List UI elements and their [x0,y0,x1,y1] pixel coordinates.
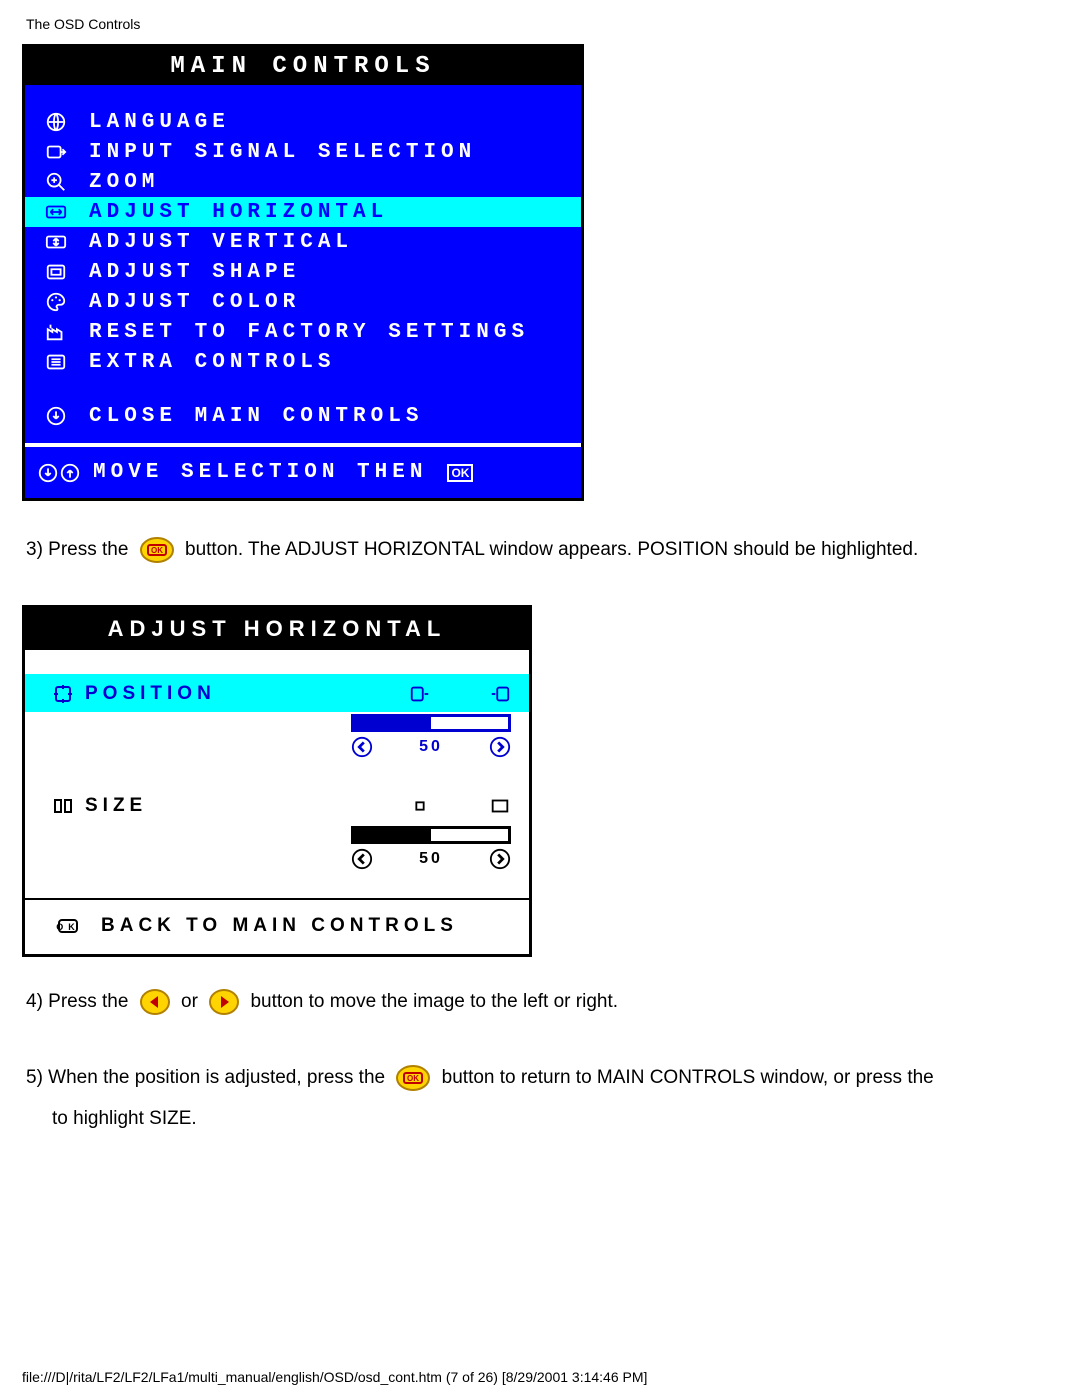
menu-item-label: ADJUST VERTICAL [89,231,353,254]
size-label: SIZE [85,795,407,817]
back-to-main-row[interactable]: BACK TO MAIN CONTROLS [25,900,529,954]
v-arrows-icon [37,231,75,253]
osd-main-title: MAIN CONTROLS [25,47,581,85]
menu-item-language[interactable]: LANGUAGE [25,107,581,137]
menu-item-input signal selection[interactable]: INPUT SIGNAL SELECTION [25,137,581,167]
position-label: POSITION [85,683,407,705]
menu-item-label: ADJUST COLOR [89,291,300,314]
back-label: BACK TO MAIN CONTROLS [101,915,458,937]
menu-item-label: LANGUAGE [89,111,230,134]
position-bar [351,714,511,732]
input-icon [37,141,75,163]
globe-icon [37,111,75,133]
h-arrows-icon [37,201,75,223]
position-right-glyph-icon [487,683,513,705]
position-left-glyph-icon [407,683,433,705]
size-value: 50 [419,850,443,868]
right-button-icon [209,989,239,1015]
position-indicator: 50 [25,712,529,766]
svg-text:OK: OK [151,546,163,555]
position-increase-icon[interactable] [489,736,511,758]
svg-text:OK: OK [407,1074,419,1083]
instruction-step-4: 4) Press the or button to move the image… [26,981,1054,1023]
close-main-controls[interactable]: CLOSE MAIN CONTROLS [25,401,581,431]
size-large-glyph-icon [487,795,513,817]
size-row[interactable]: SIZE [25,786,529,824]
menu-item-label: RESET TO FACTORY SETTINGS [89,321,529,344]
menu-item-label: INPUT SIGNAL SELECTION [89,141,476,164]
palette-icon [37,291,75,313]
menu-item-adjust color[interactable]: ADJUST COLOR [25,287,581,317]
adjust-horizontal-panel: Adjust Horizontal POSITION 50 S [22,605,532,957]
size-icon [49,794,85,818]
size-small-glyph-icon [407,795,433,817]
ok-indicator-icon: OK [447,464,473,482]
osd-footer-hint: MOVE SELECTION THEN OK [25,443,581,498]
instruction-step-5: 5) When the position is adjusted, press … [26,1057,1054,1141]
page-header: The OSD Controls [26,16,1058,32]
size-increase-icon[interactable] [489,848,511,870]
size-bar [351,826,511,844]
osd-main-panel: MAIN CONTROLS LANGUAGE INPUT SIGNAL SELE… [22,44,584,501]
close-icon [37,405,75,427]
arrow-up-icon [59,462,81,484]
menu-item-label: ADJUST SHAPE [89,261,300,284]
left-button-icon [140,989,170,1015]
position-row[interactable]: POSITION [25,674,529,712]
ok-button-icon: OK [140,537,174,563]
menu-item-label: EXTRA CONTROLS [89,351,335,374]
menu-item-adjust shape[interactable]: ADJUST SHAPE [25,257,581,287]
footer-hint-text: MOVE SELECTION THEN [93,461,427,484]
size-indicator: 50 [25,824,529,878]
size-decrease-icon[interactable] [351,848,373,870]
ok-box-icon [53,914,83,938]
shape-icon [37,261,75,283]
close-label: CLOSE MAIN CONTROLS [89,405,423,428]
menu-item-adjust vertical[interactable]: ADJUST VERTICAL [25,227,581,257]
menu-item-label: ADJUST HORIZONTAL [89,201,388,224]
zoom-icon [37,171,75,193]
list-icon [37,351,75,373]
factory-icon [37,321,75,343]
ok-button-icon-2: OK [396,1065,430,1091]
adjust-horizontal-title: Adjust Horizontal [25,608,529,650]
instruction-step-3: 3) Press the OK button. The ADJUST HORIZ… [26,529,1054,571]
menu-item-label: ZOOM [89,171,159,194]
arrow-down-icon [37,462,59,484]
page-footer-path: file:///D|/rita/LF2/LF2/LFa1/multi_manua… [22,1369,647,1385]
menu-item-adjust horizontal[interactable]: ADJUST HORIZONTAL [25,197,581,227]
position-decrease-icon[interactable] [351,736,373,758]
menu-item-extra controls[interactable]: EXTRA CONTROLS [25,347,581,377]
menu-item-zoom[interactable]: ZOOM [25,167,581,197]
menu-item-reset to factory settings[interactable]: RESET TO FACTORY SETTINGS [25,317,581,347]
position-icon [49,682,85,706]
position-value: 50 [419,738,443,756]
